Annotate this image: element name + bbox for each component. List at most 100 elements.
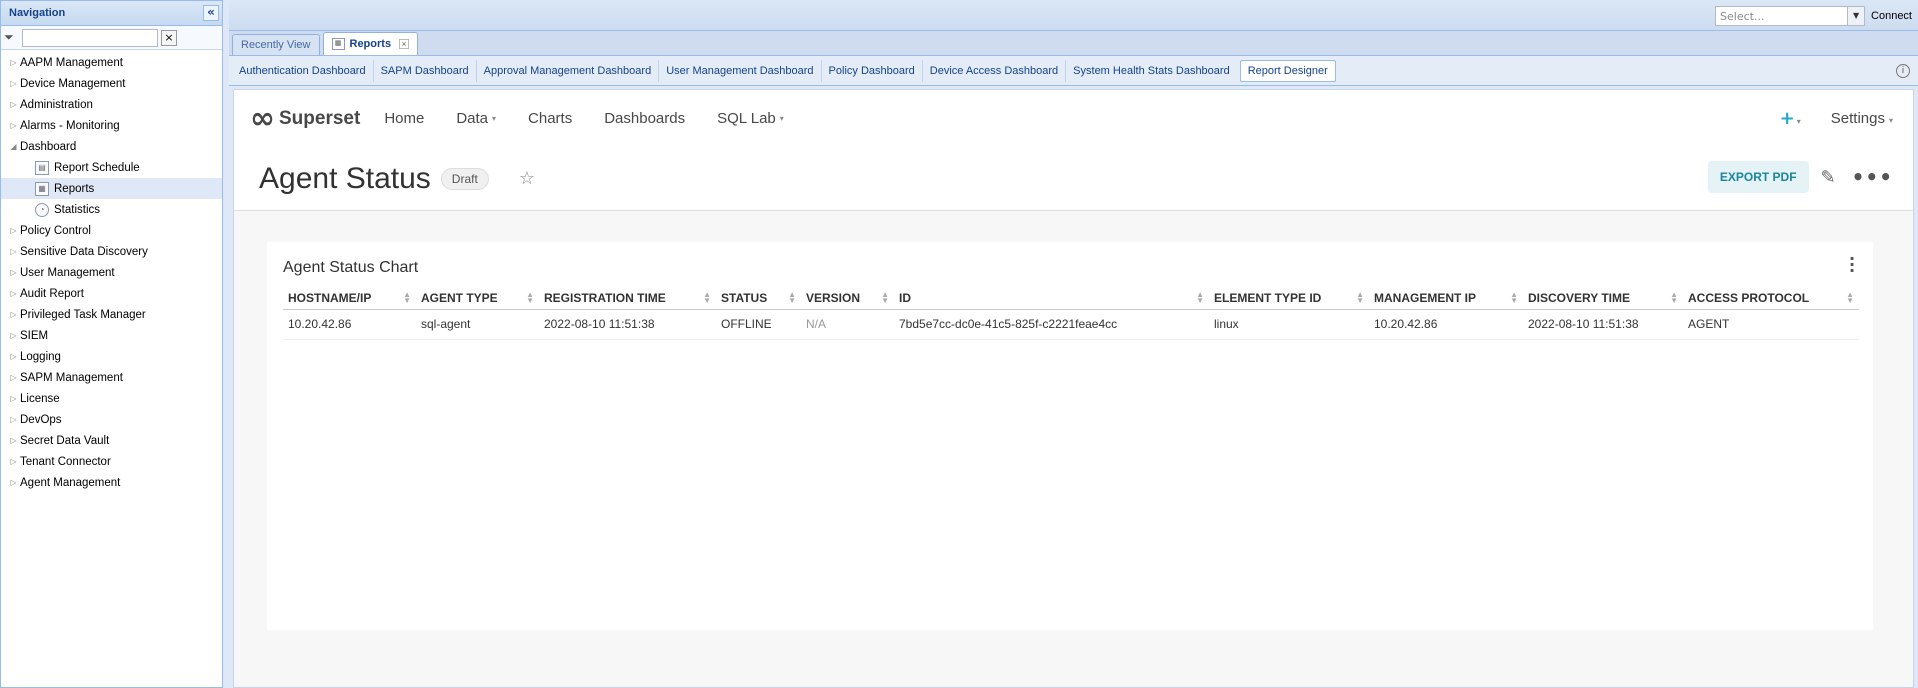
- column-header[interactable]: VERSION ▲ ▼: [801, 287, 894, 310]
- settings-menu[interactable]: Settings ▾: [1831, 110, 1893, 127]
- nav-item-label: Privileged Task Manager: [20, 308, 146, 321]
- dashboard-title[interactable]: Agent Status: [259, 162, 431, 196]
- nav-item-reports[interactable]: ▦ Reports: [1, 178, 222, 199]
- nav-item-device-management[interactable]: ▷ Device Management: [1, 73, 222, 94]
- info-icon[interactable]: i: [1896, 64, 1910, 78]
- expand-icon[interactable]: ▷: [7, 79, 20, 88]
- draft-badge[interactable]: Draft: [440, 167, 489, 190]
- nav-item-administration[interactable]: ▷ Administration: [1, 94, 222, 115]
- nav-item-dashboard[interactable]: ◢ Dashboard: [1, 136, 222, 157]
- nav-item-aapm-management[interactable]: ▷ AAPM Management: [1, 52, 222, 73]
- expand-icon[interactable]: ▷: [7, 310, 20, 319]
- expand-icon[interactable]: ▷: [7, 121, 20, 130]
- sort-icon[interactable]: ▲ ▼: [1670, 291, 1678, 305]
- expand-icon[interactable]: ▷: [7, 247, 20, 256]
- sort-icon[interactable]: ▲ ▼: [1196, 291, 1204, 305]
- subtab-device-access-dashboard[interactable]: Device Access Dashboard: [923, 59, 1067, 82]
- menu-sql-lab[interactable]: SQL Lab ▾: [717, 110, 784, 127]
- expand-icon[interactable]: ▷: [7, 268, 20, 277]
- nav-item-user-management[interactable]: ▷ User Management: [1, 262, 222, 283]
- collapse-icon[interactable]: ◢: [7, 142, 20, 151]
- nav-item-sensitive-data-discovery[interactable]: ▷ Sensitive Data Discovery: [1, 241, 222, 262]
- nav-item-sapm-management[interactable]: ▷ SAPM Management: [1, 367, 222, 388]
- subtab-policy-dashboard[interactable]: Policy Dashboard: [822, 59, 923, 82]
- subtab-system-health-stats-dashboard[interactable]: System Health Stats Dashboard: [1066, 60, 1237, 82]
- expand-icon[interactable]: ▷: [7, 352, 20, 361]
- nav-item-license[interactable]: ▷ License: [1, 388, 222, 409]
- menu-data[interactable]: Data ▾: [456, 110, 496, 127]
- subtab-user-management-dashboard[interactable]: User Management Dashboard: [659, 59, 822, 82]
- chart-menu-icon[interactable]: · · ·: [1849, 251, 1855, 279]
- column-header[interactable]: ID ▲ ▼: [894, 287, 1209, 310]
- nav-item-agent-management[interactable]: ▷ Agent Management: [1, 472, 222, 493]
- nav-item-statistics[interactable]: ◔ Statistics: [1, 199, 222, 220]
- expand-icon[interactable]: ▷: [7, 415, 20, 424]
- sort-icon[interactable]: ▲ ▼: [526, 291, 534, 305]
- expand-icon[interactable]: ▷: [7, 373, 20, 382]
- edit-pencil-icon[interactable]: ✎: [1821, 167, 1836, 188]
- expand-icon[interactable]: ▷: [7, 100, 20, 109]
- expand-icon[interactable]: ▷: [7, 331, 20, 340]
- column-header[interactable]: REGISTRATION TIME ▲ ▼: [539, 287, 716, 310]
- nav-item-report-schedule[interactable]: ▤ Report Schedule: [1, 157, 222, 178]
- column-header[interactable]: ELEMENT TYPE ID ▲ ▼: [1209, 287, 1369, 310]
- expand-icon[interactable]: ▷: [7, 457, 20, 466]
- nav-item-devops[interactable]: ▷ DevOps: [1, 409, 222, 430]
- nav-item-secret-data-vault[interactable]: ▷ Secret Data Vault: [1, 430, 222, 451]
- sort-icon[interactable]: ▲ ▼: [703, 291, 711, 305]
- column-header[interactable]: HOSTNAME/IP ▲ ▼: [283, 287, 416, 310]
- reports-icon: ▦: [331, 38, 345, 50]
- column-header[interactable]: DISCOVERY TIME ▲ ▼: [1523, 287, 1683, 310]
- new-item-button[interactable]: + ▾: [1780, 108, 1801, 129]
- expand-icon[interactable]: ▷: [7, 478, 20, 487]
- chart-card: Agent Status Chart · · · HOSTNAME/IP ▲ ▼ AGE…: [267, 242, 1873, 630]
- tab-reports[interactable]: ▦ Reports ×: [322, 32, 419, 55]
- menu-dashboards[interactable]: Dashboards: [604, 110, 685, 127]
- subtab-sapm-dashboard[interactable]: SAPM Dashboard: [374, 59, 477, 82]
- filter-icon[interactable]: ⏷: [4, 30, 22, 45]
- clear-filter-button[interactable]: ×: [161, 29, 177, 46]
- app-window: Navigation « ⏷ × ▷ AAPM Management ▷ Devic…: [0, 0, 1918, 688]
- subtab-report-designer[interactable]: Report Designer: [1239, 59, 1336, 82]
- nav-item-alarms-monitoring[interactable]: ▷ Alarms - Monitoring: [1, 115, 222, 136]
- column-header-label: ELEMENT TYPE ID: [1214, 290, 1322, 305]
- expand-icon[interactable]: ▷: [7, 394, 20, 403]
- column-header[interactable]: ACCESS PROTOCOL ▲ ▼: [1683, 287, 1859, 310]
- expand-icon[interactable]: ▷: [7, 289, 20, 298]
- connection-select[interactable]: Select... ▼: [1715, 6, 1866, 26]
- connect-button[interactable]: Connect: [1871, 10, 1912, 22]
- tab-recently-view[interactable]: Recently View: [232, 34, 320, 55]
- top-toolbar: Select... ▼ Connect: [229, 0, 1918, 31]
- nav-item-siem[interactable]: ▷ SIEM: [1, 325, 222, 346]
- export-pdf-button[interactable]: EXPORT PDF: [1707, 161, 1809, 193]
- sort-icon[interactable]: ▲ ▼: [881, 291, 889, 305]
- collapse-panel-icon[interactable]: «: [203, 5, 219, 21]
- nav-item-logging[interactable]: ▷ Logging: [1, 346, 222, 367]
- expand-icon[interactable]: ▷: [7, 58, 20, 67]
- sort-icon[interactable]: ▲ ▼: [788, 291, 796, 305]
- sort-icon[interactable]: ▲ ▼: [1846, 291, 1854, 305]
- close-icon[interactable]: ×: [399, 39, 410, 49]
- favorite-star-icon[interactable]: ☆: [519, 168, 535, 189]
- nav-item-audit-report[interactable]: ▷ Audit Report: [1, 283, 222, 304]
- nav-item-label: Sensitive Data Discovery: [20, 245, 148, 258]
- sort-icon[interactable]: ▲ ▼: [1356, 291, 1364, 305]
- nav-filter-input[interactable]: [22, 28, 158, 47]
- nav-item-privileged-task-manager[interactable]: ▷ Privileged Task Manager: [1, 304, 222, 325]
- subtab-approval-management-dashboard[interactable]: Approval Management Dashboard: [477, 59, 660, 82]
- superset-logo[interactable]: ∞ Superset: [250, 101, 360, 136]
- chevron-down-icon[interactable]: ▼: [1847, 7, 1865, 25]
- nav-item-policy-control[interactable]: ▷ Policy Control: [1, 220, 222, 241]
- column-header[interactable]: MANAGEMENT IP ▲ ▼: [1369, 287, 1523, 310]
- nav-item-tenant-connector[interactable]: ▷ Tenant Connector: [1, 451, 222, 472]
- expand-icon[interactable]: ▷: [7, 436, 20, 445]
- menu-home[interactable]: Home: [384, 110, 424, 127]
- more-options-icon[interactable]: •••: [1852, 165, 1893, 189]
- expand-icon[interactable]: ▷: [7, 226, 20, 235]
- column-header[interactable]: STATUS ▲ ▼: [716, 287, 801, 310]
- subtab-authentication-dashboard[interactable]: Authentication Dashboard: [232, 59, 374, 82]
- column-header[interactable]: AGENT TYPE ▲ ▼: [416, 287, 539, 310]
- menu-charts[interactable]: Charts: [528, 110, 572, 127]
- sort-icon[interactable]: ▲ ▼: [403, 291, 411, 305]
- sort-icon[interactable]: ▲ ▼: [1510, 291, 1518, 305]
